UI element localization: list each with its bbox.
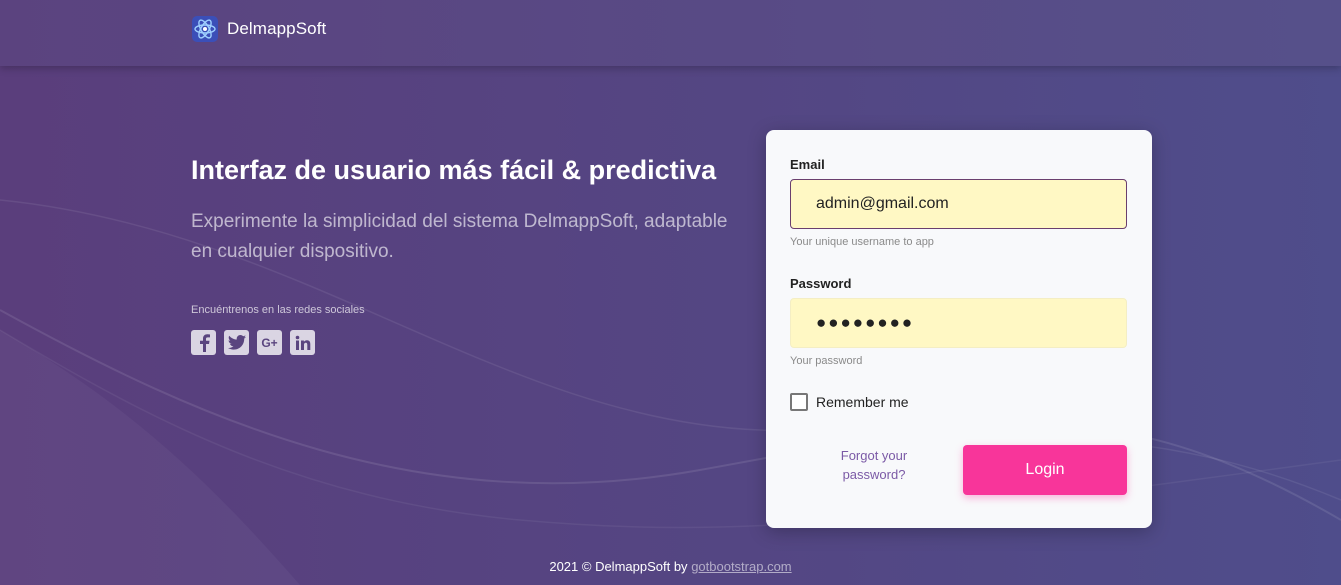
footer-text: 2021 © DelmappSoft by [549,559,688,574]
email-label: Email [790,157,825,172]
email-help-text: Your unique username to app [790,236,934,248]
google-plus-icon[interactable]: G+ [257,330,282,355]
brand-name: DelmappSoft [227,19,327,38]
footer-link[interactable]: gotbootstrap.com [691,559,791,574]
linkedin-icon[interactable] [290,330,315,355]
password-label: Password [790,276,852,291]
hero-title: Interfaz de usuario más fácil & predicti… [191,155,717,185]
forgot-password-link[interactable]: Forgot your password? [826,446,922,484]
password-help-text: Your password [790,355,863,367]
brand[interactable]: DelmappSoft [191,15,326,43]
remember-me[interactable]: Remember me [790,393,909,411]
facebook-icon[interactable] [191,330,216,355]
email-field[interactable]: admin@gmail.com [790,179,1127,229]
social-icons: G+ [191,330,315,355]
atom-icon [192,16,218,42]
social-label: Encuéntrenos en las redes sociales [191,304,365,316]
twitter-icon[interactable] [224,330,249,355]
password-field[interactable]: ●●●●●●●● [790,298,1127,348]
remember-me-label: Remember me [816,394,909,410]
remember-me-checkbox[interactable] [790,393,808,411]
footer: 2021 © DelmappSoft by gotbootstrap.com [0,559,1341,574]
top-navbar: DelmappSoft [0,0,1341,66]
login-button[interactable]: Login [963,445,1127,495]
google-plus-glyph: G+ [261,335,278,350]
login-card: Email admin@gmail.com Your unique userna… [766,130,1152,528]
hero-subtitle: Experimente la simplicidad del sistema D… [191,211,728,262]
